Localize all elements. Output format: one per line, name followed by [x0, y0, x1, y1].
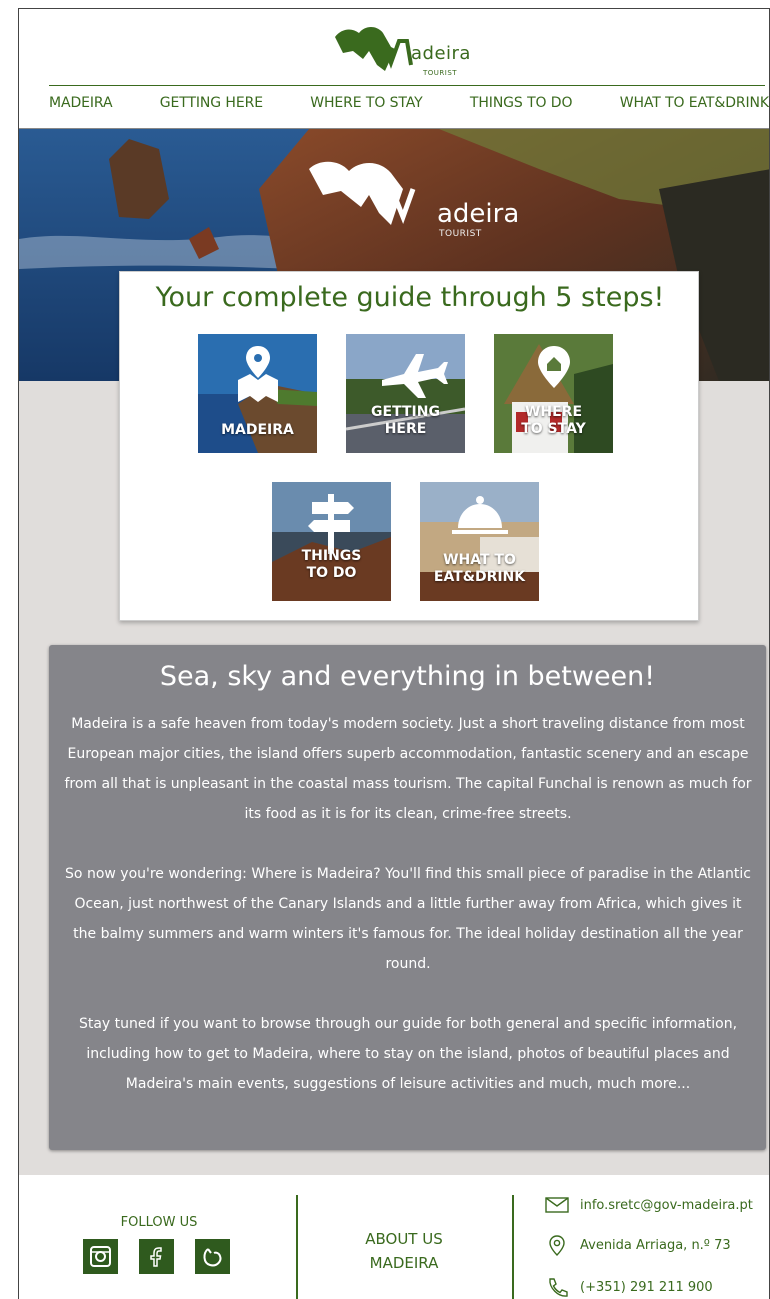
contact-address[interactable]: Avenida Arriaga, n.º 73 [544, 1233, 731, 1257]
header-divider [49, 85, 765, 86]
main-nav: MADEIRA GETTING HERE WHERE TO STAY THING… [49, 95, 769, 117]
airplane-icon [382, 354, 448, 398]
location-pin-icon [549, 1235, 565, 1256]
nav-item-things-to-do[interactable]: THINGS TO DO [470, 95, 573, 117]
address-text: Avenida Arriaga, n.º 73 [580, 1237, 731, 1253]
about-us-link[interactable]: ABOUT US MADEIRA [339, 1227, 469, 1275]
intro-body: Madeira is a safe heaven from today's mo… [63, 709, 753, 1129]
logo-wordmark: adeira [411, 43, 471, 64]
intro-panel: Sea, sky and everything in between! Made… [49, 645, 766, 1150]
tile-where-to-stay[interactable]: WHERE TO STAY [494, 334, 613, 453]
tile-things-to-do-label: THINGS TO DO [301, 548, 362, 581]
footer-divider [296, 1195, 298, 1299]
map-pin-icon [238, 346, 278, 402]
email-text: info.sretc@gov-madeira.pt [580, 1197, 753, 1213]
tile-where-to-stay-label: WHERE TO STAY [521, 404, 586, 437]
follow-us-label: FOLLOW US [120, 1215, 198, 1230]
intro-paragraph: Stay tuned if you want to browse through… [78, 1016, 738, 1092]
guide-title: Your complete guide through 5 steps! [155, 282, 665, 313]
house-pin-icon [538, 346, 570, 388]
intro-paragraph: Madeira is a safe heaven from today's mo… [64, 716, 752, 822]
madeira-tourist-logo[interactable]: adeira TOURIST [333, 19, 483, 81]
about-madeira-line: MADEIRA [369, 1254, 439, 1272]
phone-text: (+351) 291 211 900 [580, 1279, 713, 1295]
logo-subtitle: TOURIST [423, 69, 458, 77]
about-us-line: ABOUT US [365, 1230, 443, 1248]
contact-email[interactable]: info.sretc@gov-madeira.pt [544, 1193, 753, 1217]
guide-card: Your complete guide through 5 steps! MAD… [119, 271, 699, 621]
tile-what-to-eat-drink-label: WHAT TO EAT&DRINK [433, 552, 526, 585]
envelope-icon [545, 1197, 569, 1213]
facebook-icon[interactable] [139, 1239, 174, 1274]
cloche-icon [452, 496, 508, 534]
site-header: adeira TOURIST MADEIRA GETTING HERE WHER… [19, 9, 769, 129]
tile-getting-here[interactable]: GETTING HERE [346, 334, 465, 453]
tripadvisor-icon[interactable] [195, 1239, 230, 1274]
site-footer: FOLLOW US ABOUT US MADEIRA info.sretc@go… [19, 1175, 769, 1299]
tile-getting-here-label: GETTING HERE [371, 404, 440, 437]
tile-madeira-label: MADEIRA [221, 422, 294, 438]
tile-madeira[interactable]: MADEIRA [198, 334, 317, 453]
footer-divider [512, 1195, 514, 1299]
tile-things-to-do[interactable]: THINGS TO DO [272, 482, 391, 601]
nav-item-what-to-eat-drink[interactable]: WHAT TO EAT&DRINK [620, 95, 769, 117]
nav-item-getting-here[interactable]: GETTING HERE [160, 95, 263, 117]
contact-phone[interactable]: (+351) 291 211 900 [544, 1275, 713, 1299]
phone-icon [549, 1278, 568, 1297]
nav-item-madeira[interactable]: MADEIRA [49, 95, 113, 117]
hero-logo-wordmark: adeira [437, 199, 520, 229]
tile-what-to-eat-drink[interactable]: WHAT TO EAT&DRINK [420, 482, 539, 601]
hero-logo-subtitle: TOURIST [439, 229, 482, 239]
instagram-icon[interactable] [83, 1239, 118, 1274]
intro-title: Sea, sky and everything in between! [159, 661, 656, 692]
intro-paragraph: So now you're wondering: Where is Madeir… [65, 866, 751, 972]
nav-item-where-to-stay[interactable]: WHERE TO STAY [310, 95, 422, 117]
page-frame: adeira TOURIST MADEIRA GETTING HERE WHER… [18, 8, 770, 1299]
